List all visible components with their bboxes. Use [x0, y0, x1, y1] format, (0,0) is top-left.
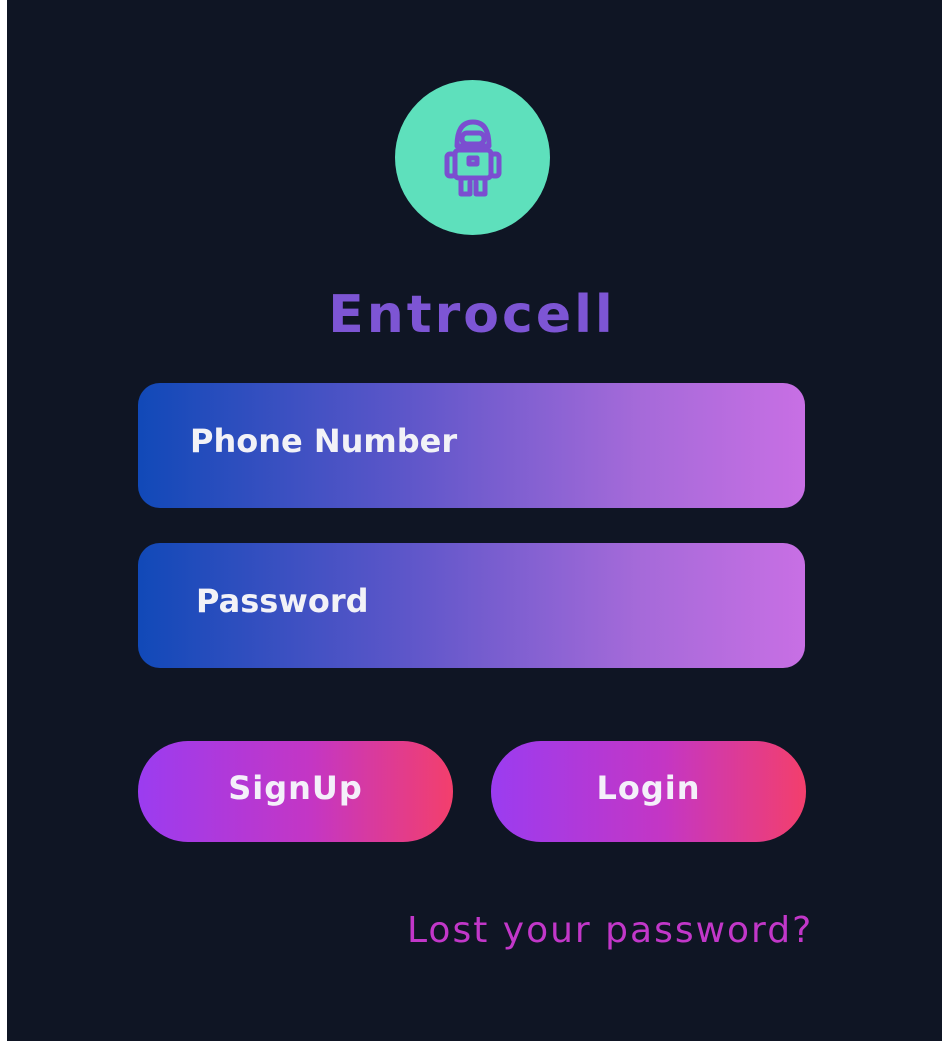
signup-button[interactable]: SignUp	[138, 741, 453, 842]
astronaut-icon	[444, 119, 501, 196]
login-panel: Entrocell SignUp Login Lost your passwor…	[7, 0, 942, 1041]
password-field-wrapper	[138, 543, 805, 668]
app-logo	[395, 80, 550, 235]
password-input[interactable]	[138, 543, 805, 668]
login-button[interactable]: Login	[491, 741, 806, 842]
lost-password-link[interactable]: Lost your password?	[407, 910, 813, 951]
phone-number-input[interactable]	[138, 383, 805, 508]
brand-name: Entrocell	[328, 285, 616, 345]
phone-field-wrapper	[138, 383, 805, 508]
